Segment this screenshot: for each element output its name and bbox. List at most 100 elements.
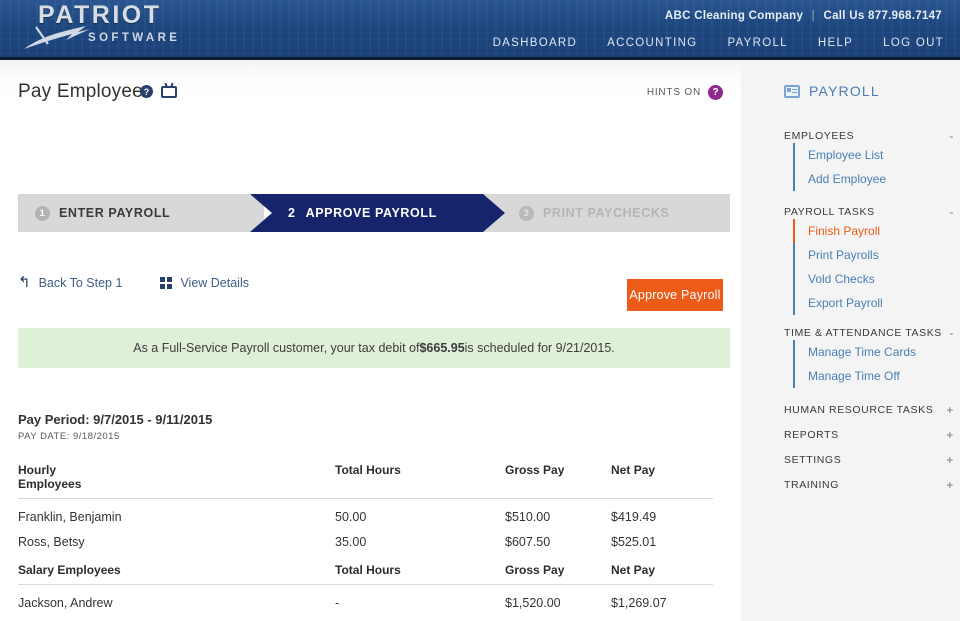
step-enter-payroll[interactable]: 1 ENTER PAYROLL: [18, 194, 264, 232]
sidebar-group-header-settings[interactable]: SETTINGS +: [784, 453, 954, 467]
sidebar-item-print-payrolls[interactable]: Print Payrolls: [793, 243, 954, 267]
hourly-col-hours: Total Hours: [335, 463, 401, 477]
step-2-number: 2: [288, 206, 296, 220]
sidebar-group-settings: SETTINGS +: [784, 453, 954, 467]
video-icon[interactable]: [161, 85, 177, 98]
salary-col-net: Net Pay: [611, 563, 656, 577]
sidebar-group-label: TIME & ATTENDANCE TASKS: [784, 327, 942, 339]
payroll-icon: [784, 84, 800, 98]
sidebar-item-void-checks[interactable]: Vold Checks: [793, 267, 954, 291]
nav-item-help[interactable]: HELP: [818, 37, 853, 49]
sidebar-title-label: PAYROLL: [809, 83, 880, 99]
nav-item-accounting[interactable]: ACCOUNTING: [607, 37, 697, 49]
sidebar-title: PAYROLL: [784, 83, 880, 99]
tax-debit-banner: As a Full-Service Payroll customer, your…: [18, 328, 730, 368]
banner-text-before: As a Full-Service Payroll customer, your…: [133, 341, 420, 355]
title-icon-group: ?: [140, 85, 177, 98]
hourly-employees-table: Hourly Employees Total Hours Gross Pay N…: [18, 463, 713, 549]
step-2-label: APPROVE PAYROLL: [305, 206, 437, 220]
step-3-label: PRINT PAYCHECKS: [543, 206, 670, 220]
banner-amount: $665.95: [419, 341, 465, 355]
grid-icon: [160, 276, 173, 289]
hints-question-icon: ?: [708, 85, 723, 100]
collapse-toggle-icon: -: [949, 129, 954, 143]
patriot-software-logo[interactable]: PATRIOT SOFTWARE: [14, 1, 177, 54]
salary-table-header: Salary Employees Total Hours Gross Pay N…: [18, 563, 713, 585]
collapse-toggle-icon: -: [949, 205, 954, 219]
company-name: ABC Cleaning Company: [664, 10, 804, 22]
sidebar-group-header-time-attendance[interactable]: TIME & ATTENDANCE TASKS -: [784, 326, 954, 340]
step-3-number: 3: [519, 205, 534, 221]
right-sidebar: PAYROLL EMPLOYEES - Employee List Add Em…: [770, 63, 960, 621]
collapse-toggle-icon: +: [946, 453, 954, 467]
table-row[interactable]: Jackson, Andrew - $1,520.00 $1,269.07: [18, 585, 713, 610]
pay-date-label: PAY DATE: 9/18/2015: [18, 431, 120, 442]
sidebar-group-header-employees[interactable]: EMPLOYEES -: [784, 129, 954, 143]
hourly-table-header: Hourly Employees Total Hours Gross Pay N…: [18, 463, 713, 499]
sidebar-group-header-training[interactable]: TRAINING +: [784, 478, 954, 492]
logo-wordmark: PATRIOT: [38, 1, 162, 29]
hourly-col-name: Hourly Employees: [18, 463, 82, 491]
collapse-toggle-icon: -: [949, 326, 954, 340]
step-1-label: ENTER PAYROLL: [59, 206, 171, 220]
sidebar-item-employee-list[interactable]: Employee List: [793, 143, 954, 167]
hourly-col-net: Net Pay: [611, 463, 656, 477]
step-print-paychecks[interactable]: 3 PRINT PAYCHECKS: [483, 194, 730, 232]
header-company-info: ABC Cleaning Company | Call Us 877.968.7…: [665, 10, 942, 22]
sidebar-group-training: TRAINING +: [784, 478, 954, 492]
nav-item-payroll[interactable]: PAYROLL: [727, 37, 787, 49]
sidebar-group-label: TRAINING: [784, 479, 839, 491]
sidebar-item-manage-time-cards[interactable]: Manage Time Cards: [793, 340, 954, 364]
sidebar-group-header-human-resource-tasks[interactable]: HUMAN RESOURCE TASKS +: [784, 403, 954, 417]
approve-payroll-button-top[interactable]: Approve Payroll: [627, 279, 723, 311]
table-row[interactable]: Ross, Betsy 35.00 $607.50 $525.01: [18, 524, 713, 549]
hints-toggle[interactable]: HINTS ON ?: [647, 85, 723, 100]
collapse-toggle-icon: +: [946, 478, 954, 492]
salary-col-gross: Gross Pay: [505, 563, 565, 577]
sidebar-group-time-attendance: TIME & ATTENDANCE TASKS - Manage Time Ca…: [784, 326, 954, 388]
sidebar-group-label: REPORTS: [784, 429, 839, 441]
nav-item-dashboard[interactable]: DASHBOARD: [493, 37, 578, 49]
collapse-toggle-icon: +: [946, 428, 954, 442]
nav-item-log-out[interactable]: LOG OUT: [883, 37, 944, 49]
main-navigation: DASHBOARD ACCOUNTING PAYROLL HELP LOG OU…: [493, 37, 944, 49]
app-page: PATRIOT SOFTWARE ABC Cleaning Company | …: [0, 0, 960, 621]
page-title: Pay Employees: [18, 81, 153, 102]
back-to-step-1-label: Back To Step 1: [38, 275, 123, 290]
salary-employees-table: Salary Employees Total Hours Gross Pay N…: [18, 563, 713, 610]
sidebar-group-label: PAYROLL TASKS: [784, 206, 875, 218]
pay-period-label: Pay Period: 9/7/2015 - 9/11/2015: [18, 412, 213, 427]
support-phone: Call Us 877.968.7147: [823, 10, 942, 22]
header-separator: |: [811, 10, 815, 22]
hourly-col-gross: Gross Pay: [505, 463, 565, 477]
table-row[interactable]: Franklin, Benjamin 50.00 $510.00 $419.49: [18, 499, 713, 524]
salary-col-name: Salary Employees: [18, 563, 121, 577]
sidebar-item-export-payroll[interactable]: Export Payroll: [793, 291, 954, 315]
back-to-step-1-link[interactable]: ↰ Back To Step 1: [18, 275, 122, 290]
sidebar-item-add-employee[interactable]: Add Employee: [793, 167, 954, 191]
step-1-number: 1: [35, 205, 50, 221]
payroll-stepper: 1 ENTER PAYROLL 2 APPROVE PAYROLL 3 PRIN…: [18, 194, 730, 232]
sidebar-group-human-resource-tasks: HUMAN RESOURCE TASKS +: [784, 403, 954, 417]
sidebar-group-label: SETTINGS: [784, 454, 842, 466]
sidebar-group-reports: REPORTS +: [784, 428, 954, 442]
view-details-link[interactable]: View Details: [160, 276, 249, 290]
sidebar-group-header-payroll-tasks[interactable]: PAYROLL TASKS -: [784, 205, 954, 219]
sidebar-group-label: HUMAN RESOURCE TASKS: [784, 404, 934, 416]
sidebar-item-manage-time-off[interactable]: Manage Time Off: [793, 364, 954, 388]
sidebar-group-header-reports[interactable]: REPORTS +: [784, 428, 954, 442]
sidebar-group-payroll-tasks: PAYROLL TASKS - Finish Payroll Print Pay…: [784, 205, 954, 315]
main-content-panel: Pay Employees ? HINTS ON ? 1 ENTER PAYRO…: [0, 63, 741, 621]
view-details-label: View Details: [180, 275, 249, 290]
help-icon[interactable]: ?: [140, 85, 153, 98]
action-links-row: ↰ Back To Step 1 View Details: [18, 275, 249, 290]
top-header: PATRIOT SOFTWARE ABC Cleaning Company | …: [0, 0, 960, 60]
banner-text-after: is scheduled for 9/21/2015.: [464, 341, 615, 355]
step-approve-payroll[interactable]: 2 APPROVE PAYROLL: [250, 194, 505, 232]
logo-subtext: SOFTWARE: [88, 32, 181, 44]
back-arrow-icon: ↰: [18, 274, 31, 291]
collapse-toggle-icon: +: [946, 403, 954, 417]
sidebar-item-finish-payroll[interactable]: Finish Payroll: [793, 219, 954, 243]
sidebar-group-label: EMPLOYEES: [784, 130, 855, 142]
hints-label: HINTS ON: [646, 87, 701, 98]
